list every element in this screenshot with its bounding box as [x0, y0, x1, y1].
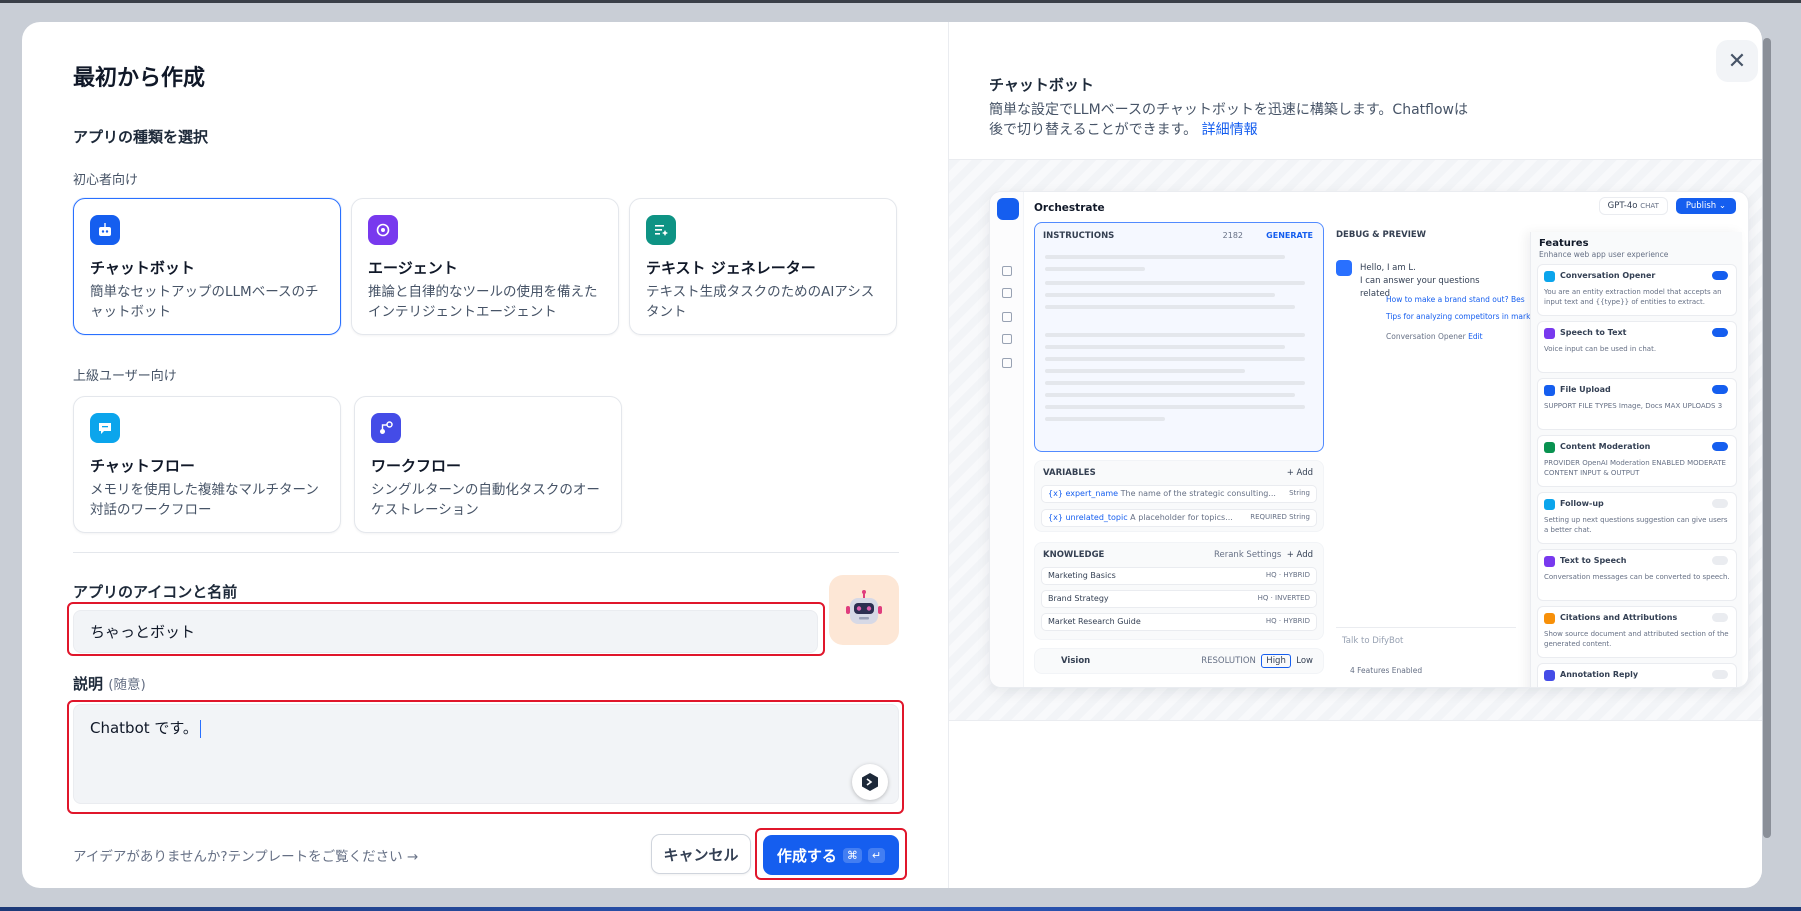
create-form-panel: 最初から作成 アプリの種類を選択 初心者向け チャットボット 簡単なセットアップ… — [22, 22, 948, 888]
app-type-heading: アプリの種類を選択 — [73, 128, 209, 146]
card-desc: テキスト生成タスクのためのAIアシスタント — [646, 284, 875, 320]
highlight-description-box — [67, 700, 904, 814]
section-divider — [73, 552, 899, 553]
card-desc: 推論と自律的なツールの使用を備えたインテリジェントエージェント — [368, 284, 598, 320]
workflow-icon — [371, 413, 401, 443]
mock-feature-item: Conversation Opener You are an entity ext… — [1537, 264, 1737, 316]
mock-nav-icon — [1002, 288, 1012, 298]
advanced-label: 上級ユーザー向け — [73, 369, 177, 384]
mock-bot-avatar — [1336, 260, 1352, 276]
create-app-dialog: 最初から作成 アプリの種類を選択 初心者向け チャットボット 簡単なセットアップ… — [22, 22, 1762, 888]
mock-instructions-box: INSTRUCTIONS 2182 GENERATE — [1034, 222, 1324, 452]
mock-feature-item: File Upload SUPPORT FILE TYPES Image, Doc… — [1537, 378, 1737, 430]
card-title: テキスト ジェネレーター — [646, 259, 816, 277]
template-link[interactable]: アイデアがありませんか?テンプレートをご覧ください → — [73, 845, 418, 865]
description-label: 説明 (随意) — [73, 675, 146, 693]
mock-suggested-question: Tips for analyzing competitors in market — [1386, 312, 1538, 321]
app-icon-picker[interactable] — [829, 575, 899, 645]
mock-debug-title: DEBUG & PREVIEW — [1336, 230, 1427, 240]
learn-more-link[interactable]: 詳細情報 — [1202, 122, 1258, 138]
preview-title: チャットボット — [989, 76, 1094, 94]
mock-feature-item: Speech to Text Voice input can be used in… — [1537, 321, 1737, 373]
scrollbar-thumb[interactable] — [1763, 38, 1771, 838]
mock-knowledge: KNOWLEDGE Rerank Settings + Add Marketin… — [1034, 542, 1324, 640]
mock-nav-icon — [1002, 334, 1012, 344]
mock-feature-item: Citations and Attributions Show source do… — [1537, 606, 1737, 658]
writing-assistant-icon[interactable] — [852, 764, 888, 800]
mock-sidebar — [990, 192, 1024, 687]
mock-publish-button: Publish ⌄ — [1675, 198, 1736, 214]
mock-chat-input: Talk to DifyBot — [1336, 627, 1516, 657]
agent-icon — [368, 215, 398, 245]
icon-name-label: アプリのアイコンと名前 — [73, 583, 238, 601]
mock-app-logo — [997, 198, 1019, 220]
mock-orchestrate-title: Orchestrate — [1034, 202, 1105, 214]
mock-feature-item: Content Moderation PROVIDER OpenAI Modera… — [1537, 435, 1737, 487]
card-title: チャットフロー — [90, 457, 195, 475]
chatflow-icon — [90, 413, 120, 443]
highlight-name-box — [67, 602, 825, 656]
preview-screenshot: Orchestrate GPT-4o CHAT Publish ⌄ INSTRU… — [989, 191, 1749, 688]
beginner-label: 初心者向け — [73, 173, 139, 188]
card-title: エージェント — [368, 259, 458, 277]
robot-emoji-icon — [846, 590, 882, 624]
scrollbar[interactable] — [1760, 22, 1774, 888]
dialog-title: 最初から作成 — [73, 66, 206, 91]
taskbar-edge — [0, 907, 1801, 911]
mock-features-enabled: 4 Features Enabled — [1350, 666, 1423, 675]
app-type-card-agent[interactable]: エージェント 推論と自律的なツールの使用を備えたインテリジェントエージェント — [351, 198, 619, 335]
mock-variables: VARIABLES + Add {x} expert_name The name… — [1034, 460, 1324, 532]
mock-model-selector: GPT-4o CHAT — [1598, 197, 1668, 215]
mock-feature-item: Follow-up Setting up next questions sugge… — [1537, 492, 1737, 544]
mock-vision: Vision RESOLUTION High Low — [1034, 648, 1324, 674]
card-desc: メモリを使用した複雑なマルチターン対話のワークフロー — [90, 482, 319, 518]
mock-toolbar: GPT-4o CHAT Publish ⌄ — [1598, 197, 1736, 215]
preview-description: 簡単な設定でLLMベースのチャットボットを迅速に構築します。Chatflowは後… — [989, 102, 1468, 138]
mock-nav-icon — [1002, 266, 1012, 276]
close-icon[interactable]: ✕ — [1716, 40, 1758, 82]
chatbot-icon — [90, 215, 120, 245]
preview-panel: チャットボット 簡単な設定でLLMベースのチャットボットを迅速に構築します。Ch… — [948, 22, 1762, 888]
mock-features-panel: Features Enhance web app user experience… — [1530, 232, 1742, 687]
app-type-card-workflow[interactable]: ワークフロー シングルターンの自動化タスクのオーケストレーション — [354, 396, 622, 533]
highlight-create-button — [755, 828, 907, 880]
window-top-edge — [0, 0, 1801, 3]
card-title: ワークフロー — [371, 457, 462, 475]
mock-suggested-question: How to make a brand stand out? Bes — [1386, 295, 1525, 304]
mock-nav-icon — [1002, 358, 1012, 368]
mock-opener-link: Conversation Opener Edit — [1386, 332, 1483, 341]
card-desc: 簡単なセットアップのLLMベースのチャットボット — [90, 284, 319, 320]
app-type-card-chatbot[interactable]: チャットボット 簡単なセットアップのLLMベースのチャットボット — [73, 198, 341, 335]
cancel-button[interactable]: キャンセル — [651, 834, 751, 874]
mock-nav-icon — [1002, 312, 1012, 322]
card-title: チャットボット — [90, 259, 195, 277]
text-generator-icon — [646, 215, 676, 245]
app-type-card-text-generator[interactable]: テキスト ジェネレーター テキスト生成タスクのためのAIアシスタント — [629, 198, 897, 335]
mock-feature-item: Annotation Reply — [1537, 663, 1737, 687]
mock-feature-item: Text to Speech Conversation messages can … — [1537, 549, 1737, 601]
app-type-card-chatflow[interactable]: チャットフロー メモリを使用した複雑なマルチターン対話のワークフロー — [73, 396, 341, 533]
card-desc: シングルターンの自動化タスクのオーケストレーション — [371, 482, 600, 518]
